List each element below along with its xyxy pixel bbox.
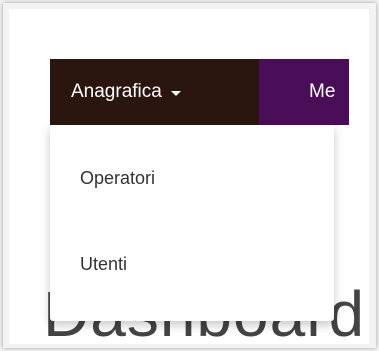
screenshot-frame: Dashboard Anagrafica Me Operatori Utenti — [3, 3, 376, 348]
nav-menu-next[interactable]: Me — [259, 59, 335, 125]
nav-menu-anagrafica-label: Anagrafica — [71, 81, 162, 102]
nav-menu-next-label: Me — [309, 81, 336, 102]
dropdown-item-label: Operatori — [80, 167, 156, 188]
dropdown-item-label: Utenti — [80, 253, 128, 274]
top-navbar: Anagrafica Me — [50, 59, 349, 125]
nav-menu-anagrafica[interactable]: Anagrafica — [50, 59, 259, 125]
caret-down-icon — [170, 90, 181, 96]
dropdown-item-utenti[interactable]: Utenti — [50, 244, 334, 284]
anagrafica-dropdown-menu: Operatori Utenti — [50, 125, 334, 321]
page-canvas: Dashboard Anagrafica Me Operatori Utenti — [9, 9, 369, 344]
dropdown-item-operatori[interactable]: Operatori — [50, 158, 334, 198]
